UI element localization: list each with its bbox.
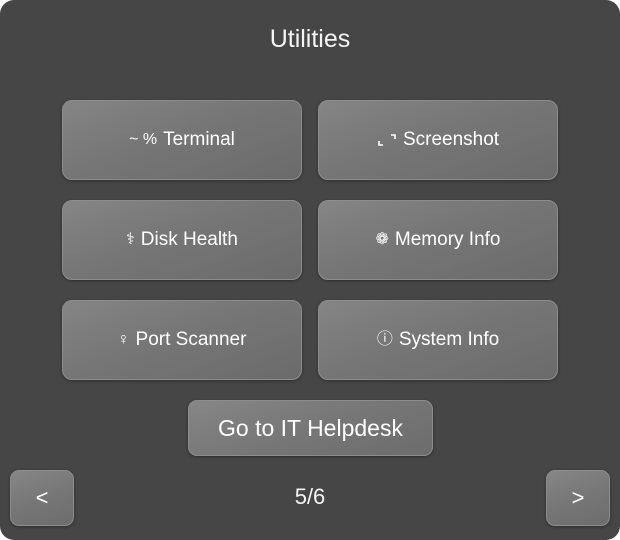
screenshot-icon — [377, 133, 397, 147]
previous-page-button[interactable]: < — [10, 470, 74, 526]
it-helpdesk-button[interactable]: Go to IT Helpdesk — [188, 400, 433, 456]
port-icon: ♀ — [117, 331, 130, 348]
terminal-label: Terminal — [163, 129, 235, 150]
next-page-button[interactable]: > — [546, 470, 610, 526]
terminal-icon: ~ % — [129, 131, 158, 148]
system-info-button[interactable]: ⓘ System Info — [318, 300, 558, 380]
utilities-panel: Utilities ~ % Terminal Screenshot ⚕ Disk… — [0, 0, 620, 540]
page-title: Utilities — [269, 25, 351, 53]
page-indicator: 5/6 — [294, 484, 326, 509]
memory-info-label: Memory Info — [394, 229, 501, 250]
screenshot-button[interactable]: Screenshot — [318, 100, 558, 180]
screenshot-icon-svg — [378, 134, 396, 146]
info-icon: ⓘ — [376, 331, 393, 348]
screenshot-label: Screenshot — [402, 129, 500, 150]
port-scanner-label: Port Scanner — [135, 329, 247, 350]
disk-health-button[interactable]: ⚕ Disk Health — [62, 200, 302, 280]
disk-health-icon: ⚕ — [126, 231, 135, 248]
memory-info-button[interactable]: ❁ Memory Info — [318, 200, 558, 280]
system-info-label: System Info — [398, 329, 500, 350]
port-scanner-button[interactable]: ♀ Port Scanner — [62, 300, 302, 380]
terminal-button[interactable]: ~ % Terminal — [62, 100, 302, 180]
disk-health-label: Disk Health — [140, 229, 238, 250]
memory-icon: ❁ — [375, 231, 389, 248]
